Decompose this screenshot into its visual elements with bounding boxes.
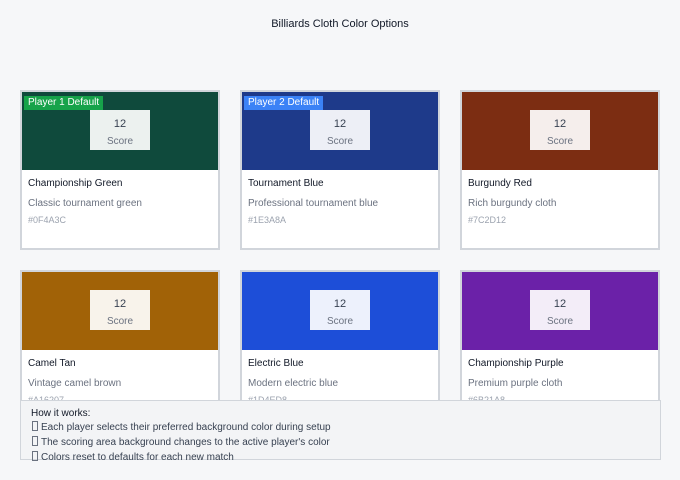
score-preview: 12 Score: [90, 290, 150, 330]
score-label: Score: [106, 136, 134, 147]
cloth-hex-code: #0F4A3C: [28, 215, 67, 225]
bullet-icon: [32, 436, 38, 446]
score-preview: 12 Score: [310, 290, 370, 330]
how-it-works-item: Each player selects their preferred back…: [31, 420, 650, 435]
how-it-works-title: How it works:: [31, 408, 91, 419]
score-value: 12: [553, 298, 567, 310]
cloth-name: Tournament Blue: [248, 178, 324, 189]
how-it-works-text: Each player selects their preferred back…: [41, 422, 331, 433]
how-it-works-text: Colors reset to defaults for each new ma…: [41, 452, 234, 463]
cloth-hex-code: #7C2D12: [468, 215, 507, 225]
score-preview: 12 Score: [90, 110, 150, 150]
cloth-name: Electric Blue: [248, 358, 304, 369]
bullet-icon: [32, 451, 38, 461]
cloth-description: Modern electric blue: [248, 378, 339, 389]
cloth-description: Premium purple cloth: [468, 378, 563, 389]
score-value: 12: [113, 118, 127, 130]
score-preview: 12 Score: [530, 290, 590, 330]
score-value: 12: [553, 118, 567, 130]
cloth-description: Vintage camel brown: [28, 378, 122, 389]
player-2-default-badge: Player 2 Default: [244, 96, 324, 110]
cloth-name: Camel Tan: [28, 358, 76, 369]
cloth-description: Professional tournament blue: [248, 198, 379, 209]
cloth-card-tournament-blue[interactable]: Player 2 Default 12 Score Tournament Blu…: [240, 90, 440, 250]
how-it-works-panel: How it works: Each player selects their …: [20, 400, 661, 463]
cloth-color-grid: Player 1 Default 12 Score Championship G…: [20, 90, 661, 430]
player-1-default-badge: Player 1 Default: [24, 96, 104, 110]
score-label: Score: [546, 316, 574, 327]
score-value: 12: [333, 118, 347, 130]
score-preview: 12 Score: [310, 110, 370, 150]
cloth-description: Classic tournament green: [28, 198, 142, 209]
page-title: Billiards Cloth Color Options: [271, 18, 409, 30]
score-preview: 12 Score: [530, 110, 590, 150]
how-it-works-item: Colors reset to defaults for each new ma…: [31, 450, 650, 465]
cloth-name: Championship Green: [28, 178, 123, 189]
cloth-card-championship-green[interactable]: Player 1 Default 12 Score Championship G…: [20, 90, 220, 250]
score-label: Score: [546, 136, 574, 147]
cloth-hex-code: #1E3A8A: [248, 215, 287, 225]
how-it-works-text: The scoring area background changes to t…: [41, 437, 330, 448]
cloth-description: Rich burgundy cloth: [468, 198, 557, 209]
score-value: 12: [113, 298, 127, 310]
score-label: Score: [326, 316, 354, 327]
score-label: Score: [106, 316, 134, 327]
cloth-name: Championship Purple: [468, 358, 564, 369]
cloth-card-burgundy-red[interactable]: 12 Score Burgundy Red Rich burgundy clot…: [460, 90, 660, 250]
how-it-works-item: The scoring area background changes to t…: [31, 435, 650, 450]
score-value: 12: [333, 298, 347, 310]
score-label: Score: [326, 136, 354, 147]
bullet-icon: [32, 421, 38, 431]
cloth-name: Burgundy Red: [468, 178, 532, 189]
